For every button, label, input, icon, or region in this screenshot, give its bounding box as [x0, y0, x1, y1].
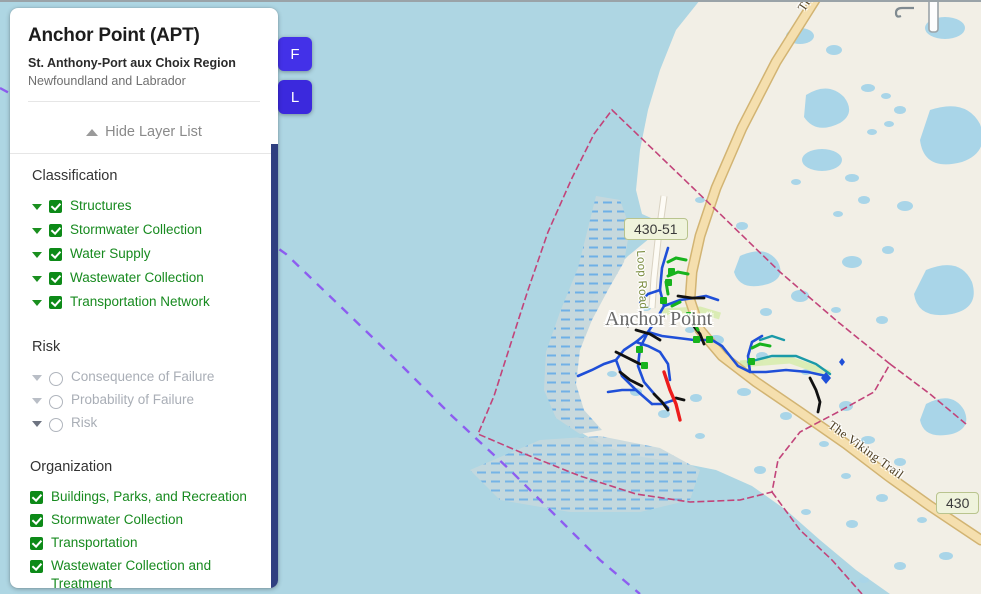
- hide-layer-list-label: Hide Layer List: [105, 124, 202, 140]
- filter-button[interactable]: F: [278, 37, 312, 71]
- checkbox-org-transportation[interactable]: [30, 537, 43, 550]
- chevron-down-icon[interactable]: [32, 374, 46, 381]
- layer-item-risk[interactable]: Risk: [32, 414, 278, 432]
- layer-item-buildings-parks-recreation[interactable]: Buildings, Parks, and Recreation: [30, 488, 278, 506]
- chevron-down-icon[interactable]: [32, 203, 46, 210]
- radio-probability-of-failure[interactable]: [49, 395, 63, 409]
- route-shield-430: 430: [936, 492, 980, 514]
- checkbox-stormwater-collection[interactable]: [49, 224, 62, 237]
- chevron-down-icon[interactable]: [32, 275, 46, 282]
- section-heading-risk: Risk: [32, 339, 61, 355]
- layer-item-org-wastewater-collection-treatment[interactable]: Wastewater Collection and Treatment: [30, 557, 278, 588]
- checkbox-buildings-parks-recreation[interactable]: [30, 491, 43, 504]
- layer-label: Stormwater Collection: [70, 222, 203, 237]
- layer-label: Buildings, Parks, and Recreation: [51, 489, 247, 504]
- layer-item-water-supply[interactable]: Water Supply: [32, 245, 278, 263]
- layer-list-panel[interactable]: Anchor Point (APT) St. Anthony-Port aux …: [10, 8, 278, 588]
- panel-scrollbar[interactable]: [271, 8, 278, 588]
- chevron-down-icon[interactable]: [32, 420, 46, 427]
- chevron-down-icon[interactable]: [32, 227, 46, 234]
- header-divider: [28, 101, 260, 102]
- hide-layer-list-button[interactable]: Hide Layer List: [10, 112, 278, 153]
- viewport-top-border: [0, 0, 981, 2]
- layer-item-probability-of-failure[interactable]: Probability of Failure: [32, 391, 278, 409]
- checkbox-transportation-network[interactable]: [49, 296, 62, 309]
- layer-label: Water Supply: [70, 246, 151, 261]
- layer-item-stormwater-collection[interactable]: Stormwater Collection: [32, 221, 278, 239]
- radio-consequence-of-failure[interactable]: [49, 372, 63, 386]
- section-organization: Organization Buildings, Parks, and Recre…: [10, 437, 278, 588]
- section-classification: Classification Structures Stormwater Col…: [10, 154, 278, 311]
- layer-label: Wastewater Collection: [70, 270, 204, 285]
- layer-item-structures[interactable]: Structures: [32, 197, 278, 215]
- panel-scrollbar-thumb[interactable]: [271, 144, 278, 588]
- checkbox-water-supply[interactable]: [49, 248, 62, 261]
- layer-item-wastewater-collection[interactable]: Wastewater Collection: [32, 269, 278, 287]
- legend-button[interactable]: L: [278, 80, 312, 114]
- chevron-up-icon: [86, 128, 99, 136]
- layer-list-scroll-area[interactable]: Anchor Point (APT) St. Anthony-Port aux …: [10, 8, 278, 588]
- layer-item-consequence-of-failure[interactable]: Consequence of Failure: [32, 368, 278, 386]
- checkbox-structures[interactable]: [49, 200, 62, 213]
- section-risk: Risk Consequence of Failure Probability …: [10, 317, 278, 432]
- map-control-ruler-icon[interactable]: [925, 0, 945, 36]
- chevron-down-icon[interactable]: [32, 397, 46, 404]
- section-heading-organization: Organization: [30, 459, 113, 475]
- layer-item-org-transportation[interactable]: Transportation: [30, 534, 278, 552]
- chevron-down-icon[interactable]: [32, 251, 46, 258]
- layer-label: Transportation: [51, 535, 138, 550]
- layer-label: Risk: [71, 415, 98, 430]
- checkbox-org-wastewater-collection-treatment[interactable]: [30, 560, 43, 573]
- layer-item-org-stormwater-collection[interactable]: Stormwater Collection: [30, 511, 278, 529]
- layer-label: Structures: [70, 198, 132, 213]
- route-shield-430-51: 430-51: [624, 218, 688, 240]
- province-subtitle: Newfoundland and Labrador: [28, 74, 186, 88]
- chevron-down-icon[interactable]: [32, 299, 46, 306]
- checkbox-org-stormwater-collection[interactable]: [30, 514, 43, 527]
- layer-label: Probability of Failure: [71, 392, 195, 407]
- region-subtitle: St. Anthony-Port aux Choix Region: [28, 56, 236, 70]
- layer-label: Stormwater Collection: [51, 512, 184, 527]
- checkbox-wastewater-collection[interactable]: [49, 272, 62, 285]
- layer-label: Transportation Network: [70, 294, 210, 309]
- section-heading-classification: Classification: [32, 168, 118, 184]
- layer-item-transportation-network[interactable]: Transportation Network: [32, 293, 278, 311]
- radio-risk[interactable]: [49, 418, 63, 432]
- layer-label: Wastewater Collection and Treatment: [51, 558, 212, 588]
- page-title: Anchor Point (APT): [28, 25, 200, 46]
- panel-header: Anchor Point (APT) St. Anthony-Port aux …: [10, 8, 278, 112]
- layer-label: Consequence of Failure: [71, 369, 215, 384]
